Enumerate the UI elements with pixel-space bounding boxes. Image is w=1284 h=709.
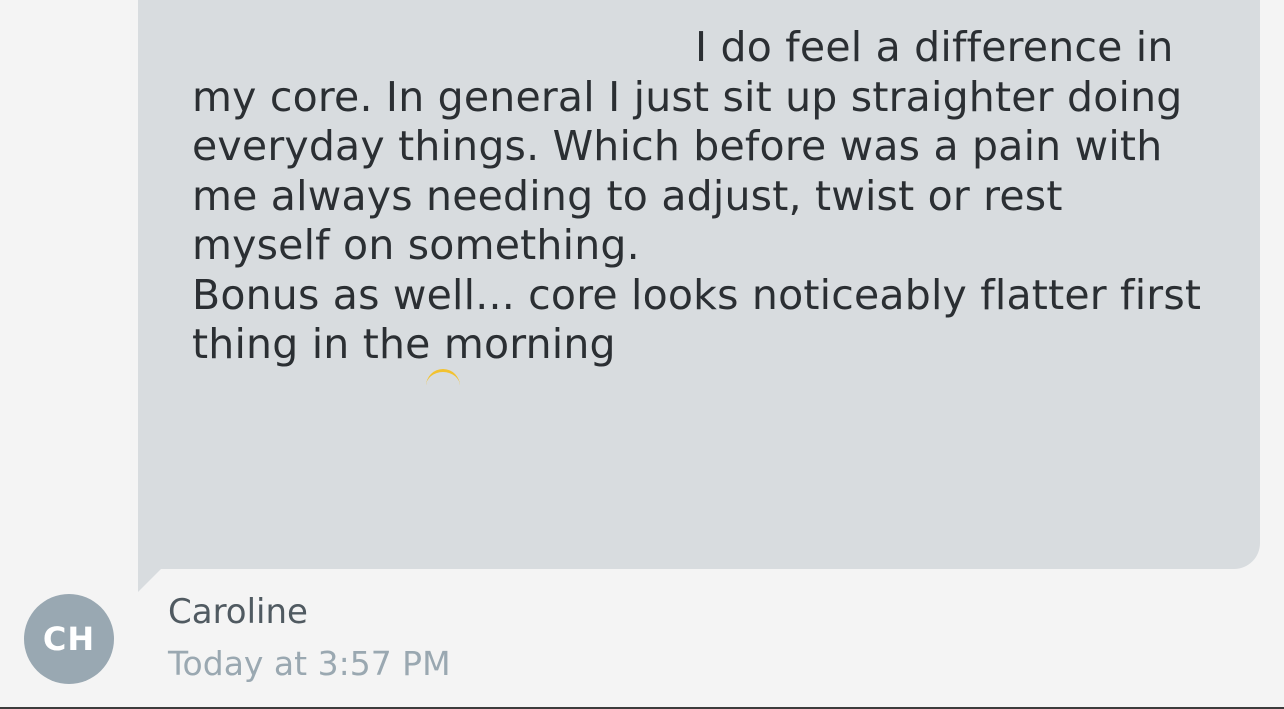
message-line: myself on something. [192, 221, 640, 269]
message-line: thing in the morning [192, 320, 616, 368]
message-bubble-tail [138, 568, 162, 592]
message-line: me always needing to adjust, twist or re… [192, 171, 1063, 220]
avatar-initials: CH [42, 620, 96, 658]
sender-name[interactable]: Caroline [168, 590, 308, 634]
message-line: Bonus as well... core looks noticeably f… [192, 270, 1202, 319]
avatar[interactable]: CH [24, 594, 114, 684]
message-text: I do feel a difference in my core. In ge… [192, 23, 1222, 370]
chat-screen: I do feel a difference in my core. In ge… [0, 0, 1284, 709]
message-line: my core. In general I just sit up straig… [192, 72, 1183, 121]
message-line: I do feel a difference in [695, 23, 1174, 71]
partial-emoji-icon [426, 369, 460, 385]
message-timestamp: Today at 3:57 PM [168, 644, 451, 683]
message-line: everyday things. Which before was a pain… [192, 122, 1163, 170]
